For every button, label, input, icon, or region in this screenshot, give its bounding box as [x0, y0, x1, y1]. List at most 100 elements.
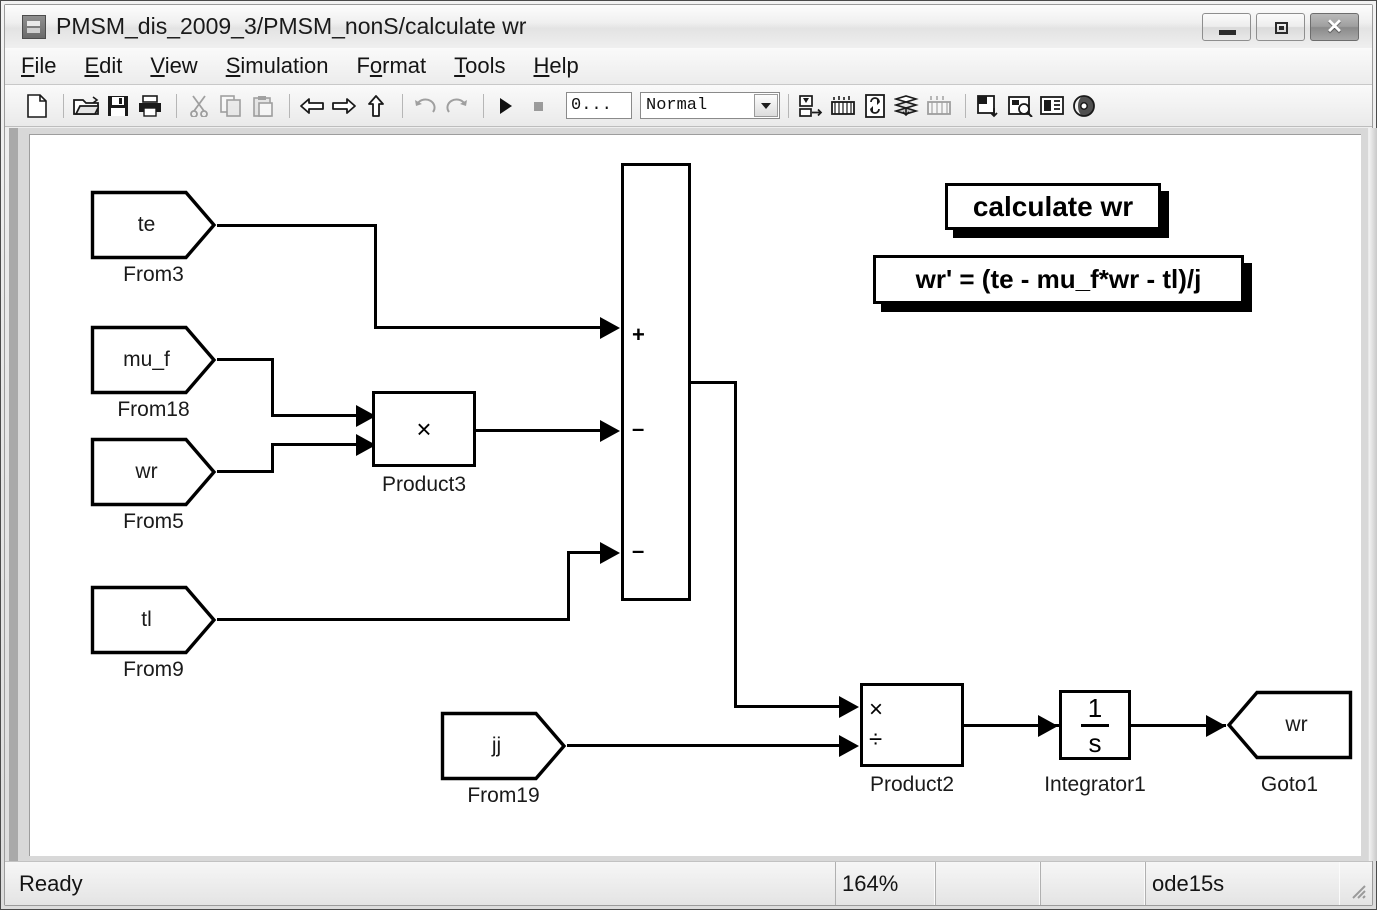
canvas-right-bevel — [1369, 128, 1377, 861]
maximize-icon — [1275, 21, 1288, 34]
menu-bar: File Edit View Simulation Format Tools H… — [5, 48, 1372, 85]
from-block-tl[interactable]: tl — [90, 585, 217, 655]
close-icon: ✕ — [1326, 15, 1343, 38]
sum-block[interactable]: + – – — [621, 163, 691, 601]
toolbar-separator — [63, 93, 64, 118]
paste-icon — [253, 95, 273, 117]
menu-view[interactable]: View — [150, 53, 197, 79]
menu-help[interactable]: Help — [534, 53, 579, 79]
stop-time-input[interactable]: 0... — [566, 92, 632, 119]
library-browser-button[interactable] — [925, 92, 953, 120]
annotation-equation-text: wr' = (te - mu_f*wr - tl)/j — [915, 264, 1202, 294]
forward-button[interactable] — [330, 92, 358, 120]
resize-grip[interactable] — [1340, 862, 1372, 905]
product2-label: Product2 — [869, 773, 955, 796]
from-block-mu-f[interactable]: mu_f — [90, 325, 217, 395]
debug-button[interactable] — [861, 92, 889, 120]
wire-wr-seg1 — [216, 470, 274, 473]
annotation-title[interactable]: calculate wr — [945, 183, 1161, 230]
stop-simulation-button[interactable] — [524, 92, 552, 120]
new-model-button[interactable] — [23, 92, 51, 120]
wire-tl-seg3 — [567, 551, 602, 554]
from-tag-text: jj — [491, 734, 502, 757]
wire-jj-arrow — [839, 735, 859, 757]
menu-file[interactable]: File — [21, 53, 56, 79]
cut-button[interactable] — [185, 92, 213, 120]
wire-te-seg3 — [374, 326, 602, 329]
from-block-wr[interactable]: wr — [90, 437, 217, 507]
copy-button[interactable] — [217, 92, 245, 120]
wire-sum-out-seg1 — [689, 381, 737, 384]
model-explorer-button[interactable] — [893, 92, 921, 120]
title-bar: PMSM_dis_2009_3/PMSM_nonS/calculate wr ✕ — [5, 5, 1372, 48]
block-properties-button[interactable] — [1038, 92, 1066, 120]
from-tag-text: mu_f — [123, 348, 170, 371]
build-model-icon — [831, 95, 855, 115]
model-canvas[interactable]: te From3 mu_f From18 wr From5 tl From9 j… — [29, 134, 1361, 856]
start-simulation-icon — [500, 97, 512, 114]
paste-button[interactable] — [249, 92, 277, 120]
from-tag-text: tl — [141, 608, 152, 631]
maximize-button[interactable] — [1256, 12, 1305, 41]
from-block-te[interactable]: te — [90, 190, 217, 260]
save-button[interactable] — [104, 92, 132, 120]
menu-simulation[interactable]: Simulation — [226, 53, 329, 79]
status-message: Ready — [19, 870, 83, 896]
undo-button[interactable] — [411, 92, 439, 120]
start-simulation-button[interactable] — [492, 92, 520, 120]
from-block-jj-label: From19 — [467, 784, 540, 807]
up-to-parent-button[interactable] — [362, 92, 390, 120]
wire-tl-arrow — [600, 542, 620, 564]
back-button[interactable] — [298, 92, 326, 120]
toggle-model-browser-button[interactable] — [974, 92, 1002, 120]
goto-block-wr[interactable]: wr — [1226, 690, 1353, 760]
wire-jj-out — [566, 744, 841, 747]
annotation-equation[interactable]: wr' = (te - mu_f*wr - tl)/j — [873, 255, 1244, 304]
open-model-icon — [73, 95, 99, 115]
product2-symbol-multiply: × — [869, 696, 884, 723]
block-properties-icon — [1040, 95, 1064, 115]
window-controls: ✕ — [1202, 12, 1359, 41]
from-block-tl-label: From9 — [123, 658, 184, 681]
wire-muf-seg3 — [271, 414, 358, 417]
product3-symbol: × — [416, 413, 432, 444]
library-browser-icon — [927, 95, 951, 115]
wire-te-seg2 — [374, 224, 377, 329]
debug-icon — [865, 93, 885, 118]
menu-format[interactable]: Format — [356, 53, 426, 79]
toolbar-separator — [965, 93, 966, 118]
simulation-mode-select[interactable]: Normal — [640, 92, 780, 119]
toolbar-separator — [483, 93, 484, 118]
wire-te-arrow — [600, 317, 620, 339]
from-block-jj[interactable]: jj — [440, 711, 567, 781]
simulink-help-button[interactable] — [1070, 92, 1098, 120]
print-button[interactable] — [136, 92, 164, 120]
undo-icon — [415, 97, 436, 113]
update-diagram-button[interactable] — [797, 92, 825, 120]
status-solver[interactable]: ode15s — [1145, 862, 1340, 905]
from-block-mu-f-label: From18 — [117, 398, 190, 421]
from-tag-text: te — [137, 213, 156, 236]
redo-button[interactable] — [443, 92, 471, 120]
chevron-down-icon[interactable] — [754, 94, 778, 117]
model-dependency-button[interactable] — [1006, 92, 1034, 120]
product2-block[interactable]: × ÷ — [860, 683, 964, 767]
simulink-model-window: PMSM_dis_2009_3/PMSM_nonS/calculate wr ✕… — [0, 0, 1377, 910]
model-explorer-icon — [894, 94, 919, 116]
wire-tl-seg2 — [567, 551, 570, 620]
product3-block[interactable]: × — [372, 391, 476, 467]
menu-edit[interactable]: Edit — [84, 53, 122, 79]
integrator1-block[interactable]: 1 s — [1059, 690, 1131, 760]
status-zoom-level[interactable]: 164% — [835, 862, 935, 905]
simulink-model-icon — [22, 14, 46, 39]
build-model-button[interactable] — [829, 92, 857, 120]
close-button[interactable]: ✕ — [1310, 12, 1359, 41]
sum-sign-plus: + — [632, 322, 645, 347]
sum-sign-minus-2: – — [632, 538, 645, 563]
open-model-button[interactable] — [72, 92, 100, 120]
save-icon — [108, 95, 128, 116]
print-icon — [139, 94, 161, 117]
minimize-button[interactable] — [1202, 12, 1251, 41]
menu-tools[interactable]: Tools — [454, 53, 505, 79]
simulink-help-icon — [1073, 94, 1095, 117]
